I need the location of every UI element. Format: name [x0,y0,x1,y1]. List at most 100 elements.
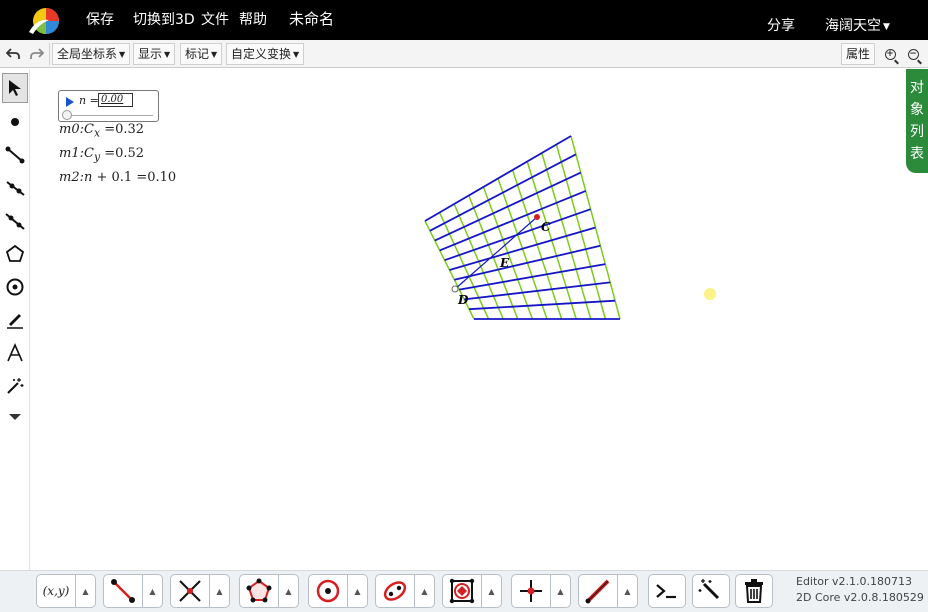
m0-sub: x [93,126,101,140]
user-menu[interactable]: 海阔天空 ▼ [825,16,890,37]
polygon-group-expand[interactable]: ▲ [279,574,299,608]
zoom-in-button[interactable]: + [879,44,901,64]
circle-group-button[interactable] [308,574,348,608]
coord-system-label: 全局坐标系 [57,47,118,61]
measurement-m0[interactable]: m0:Cx =0.32 [59,122,144,140]
segment-tool[interactable] [2,140,28,170]
point-d[interactable] [451,285,459,293]
coords-tool-button[interactable]: (x,y) [36,574,76,608]
polygon-tool[interactable] [2,239,28,269]
mark-label: 标记 [185,47,210,61]
m2-rest: + 0.1 =0.10 [92,170,177,185]
measurement-m2[interactable]: m2:n + 0.1 =0.10 [59,170,176,185]
play-icon[interactable] [66,97,74,107]
left-tool-panel [0,69,30,570]
switch-3d-menu[interactable]: 切换到3D [133,10,195,30]
circle-icon [316,579,340,603]
terminal-icon [656,584,676,599]
line-icon [5,213,25,230]
conic-group-button[interactable] [375,574,415,608]
segment-group-button[interactable] [103,574,143,608]
magic-wand-icon [698,579,720,600]
pen-tool[interactable] [2,305,28,335]
n-slider[interactable]: n = 0.00 [58,90,159,122]
right-margin [906,173,928,570]
point-tool[interactable] [2,107,28,137]
zoom-in-icon: + [884,48,896,60]
chevron-down-icon: ▼ [211,50,218,59]
m0-var: C [83,122,94,137]
custom-transform-label: 自定义变换 [231,47,292,61]
share-button[interactable]: 分享 [767,16,795,36]
intersection-group-expand[interactable]: ▲ [210,574,230,608]
ellipse-icon [383,581,407,601]
object-list-char: 列 [910,124,924,140]
circle-icon [6,278,24,296]
coords-tool-label: (x,y) [42,584,70,598]
polygon-icon [246,578,272,603]
measure-group-expand[interactable]: ▲ [618,574,638,608]
ray-icon [6,181,25,196]
arrow-cursor-icon [9,80,21,96]
command-line-button[interactable] [648,574,686,608]
drawing-canvas[interactable]: C E D n = 0.00 m0:Cx =0.32 m1:Cy =0.52 m… [31,69,906,570]
undo-button[interactable] [2,44,24,64]
display-label: 显示 [138,47,163,61]
slider-handle[interactable] [62,110,72,120]
crosshair-point-icon [520,580,542,602]
chevron-down-icon: ▼ [293,50,300,59]
trash-icon [745,579,763,603]
chevron-down-icon: ▼ [119,50,126,59]
redo-icon [30,48,44,59]
coords-tool-expand[interactable]: ▲ [76,574,96,608]
circle-tool[interactable] [2,272,28,302]
polygon-group-button[interactable] [239,574,279,608]
zoom-out-button[interactable]: − [902,44,924,64]
app-logo-icon[interactable] [27,6,61,36]
transform-group-expand[interactable]: ▲ [482,574,502,608]
ray-tool[interactable] [2,173,28,203]
chevron-down-icon [9,414,21,420]
transform-group-button[interactable] [442,574,482,608]
document-title: 未命名 [289,10,335,28]
slider-value-input[interactable]: 0.00 [98,93,133,107]
slider-track[interactable] [65,115,153,116]
move-tool[interactable] [2,73,28,103]
conic-group-expand[interactable]: ▲ [415,574,435,608]
point-group-expand[interactable]: ▲ [551,574,571,608]
point-icon [11,118,19,126]
mark-dropdown[interactable]: 标记 ▼ [180,43,223,65]
intersection-icon [179,580,201,602]
delete-button[interactable] [735,574,773,608]
more-tools-toggle[interactable] [2,407,28,427]
point-c[interactable] [534,214,540,220]
point-group-button[interactable] [511,574,551,608]
file-menu[interactable]: 文件 [201,10,229,30]
magic-wand-tool[interactable] [2,371,28,401]
magic-tool-button[interactable] [692,574,730,608]
object-list-char: 表 [910,146,924,162]
core-version: 2D Core v2.0.8.180529 [796,591,924,604]
save-menu[interactable]: 保存 [86,10,114,30]
measurement-m1[interactable]: m1:Cy =0.52 [59,146,144,164]
object-list-char: 对 [910,80,924,96]
help-menu[interactable]: 帮助 [239,10,267,30]
line-tool[interactable] [2,206,28,236]
coord-system-dropdown[interactable]: 全局坐标系 ▼ [52,43,131,65]
circle-group-expand[interactable]: ▲ [348,574,368,608]
ruler-icon [585,579,610,604]
measure-group-button[interactable] [578,574,618,608]
display-dropdown[interactable]: 显示 ▼ [133,43,176,65]
geometry-drawing: C E D [424,135,716,320]
point-label-d: D [457,293,469,307]
polygon-icon [5,244,25,262]
custom-transform-dropdown[interactable]: 自定义变换 ▼ [226,43,305,65]
m1-sub: y [93,150,101,164]
pen-icon [7,314,23,329]
segment-group-expand[interactable]: ▲ [143,574,163,608]
redo-button[interactable] [26,44,48,64]
properties-button[interactable]: 属性 [841,43,876,65]
intersection-group-button[interactable] [170,574,210,608]
object-list-tab[interactable]: 对 象 列 表 [906,69,928,173]
text-tool[interactable] [2,338,28,368]
